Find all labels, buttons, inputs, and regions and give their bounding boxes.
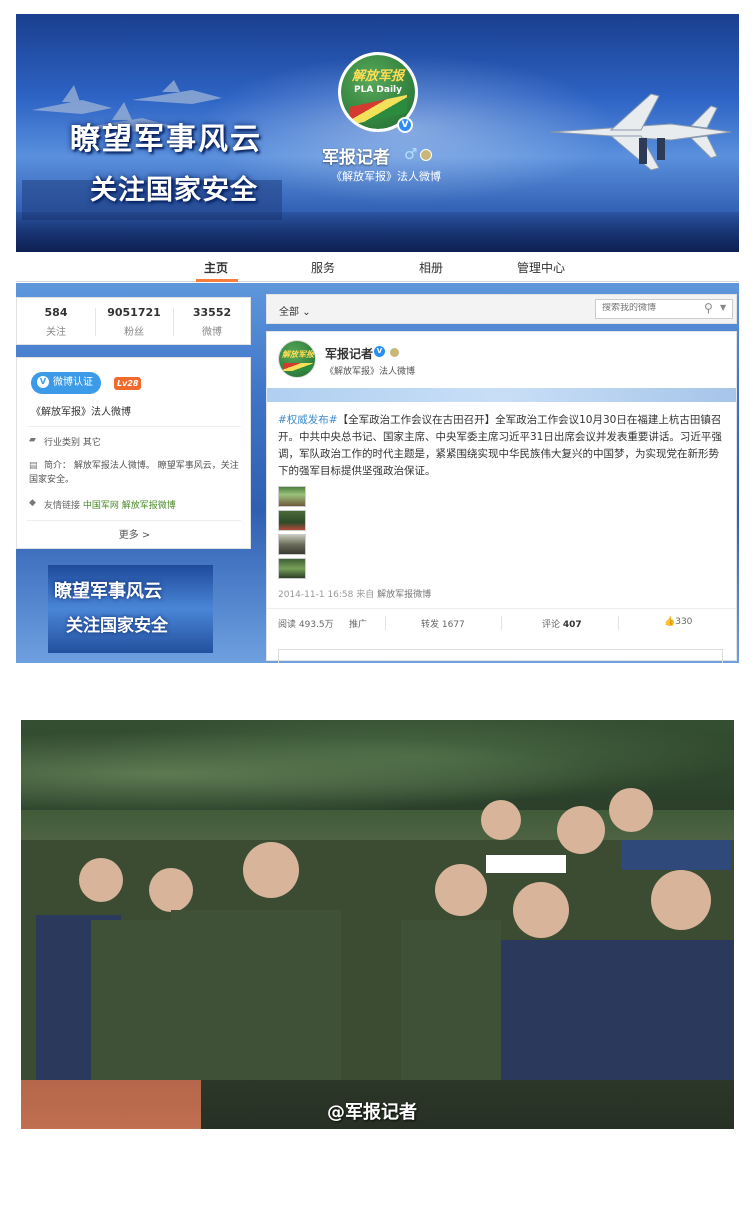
post-source[interactable]: 解放军报微博 — [377, 590, 431, 600]
level-badge[interactable]: Lv28 — [114, 377, 142, 390]
header-decoration — [267, 388, 736, 402]
stat-posts-label: 微博 — [202, 327, 222, 338]
stat-posts[interactable]: 33552 微博 — [173, 306, 251, 338]
profile-name[interactable]: 军报记者 — [322, 143, 390, 168]
intro-row: ▤ 简介： 解放军报法人微博。 瞭望军事风云，关注国家安全。 — [29, 459, 239, 487]
stat-followers-label: 粉丝 — [124, 327, 144, 338]
active-tab-indicator — [196, 279, 238, 282]
weibo-post-card: 解放军报 军报记者 V 《解放军报》法人微博 #权威发布#【全军政治工作会议在古… — [266, 331, 737, 663]
post-author-description: 《解放军报》法人微博 — [325, 367, 416, 377]
male-icon: ♂ — [404, 145, 418, 163]
post-image-thumbnail[interactable] — [278, 486, 306, 507]
stat-followers-value: 9051721 — [107, 306, 161, 319]
like-count: 330 — [675, 617, 693, 627]
tab-manage-center[interactable]: 管理中心 — [517, 259, 565, 276]
industry-text: 行业类别 其它 — [44, 438, 101, 448]
divider — [618, 616, 619, 630]
banner-ground — [16, 212, 739, 252]
news-photo — [21, 720, 734, 1129]
verification-text: 《解放军报》法人微博 — [31, 407, 131, 418]
post-author-name[interactable]: 军报记者 — [325, 345, 373, 362]
links-row: ◆ 友情链接 中国军网 解放军报微博 — [29, 498, 176, 511]
photo-watermark: @军报记者 — [327, 1102, 417, 1123]
sidebar-banner-line1: 瞭望军事风云 — [54, 581, 162, 602]
search-icon[interactable]: ⚲ — [704, 301, 713, 315]
avatar[interactable]: 解放军报 — [278, 340, 316, 378]
post-time[interactable]: 2014-11-1 16:58 — [278, 590, 353, 600]
verified-label: 微博认证 — [53, 377, 93, 388]
profile-tab-bar: 主页 服务 相册 管理中心 — [16, 252, 739, 282]
stat-following[interactable]: 584 关注 — [17, 306, 95, 338]
like-button[interactable]: 👍330 — [664, 617, 692, 627]
weibo-verified-button[interactable]: V 微博认证 — [31, 372, 101, 394]
tab-album[interactable]: 相册 — [419, 259, 443, 276]
tab-service[interactable]: 服务 — [311, 259, 335, 276]
divider — [501, 616, 502, 630]
link-pla-daily-weibo[interactable]: 解放军报微博 — [122, 501, 176, 511]
comment-label: 评论 — [542, 620, 561, 630]
stat-posts-value: 33552 — [192, 306, 232, 319]
industry-row: ▰ 行业类别 其它 — [29, 435, 101, 448]
post-image-thumbnail[interactable] — [278, 558, 306, 579]
post-image-thumbnail[interactable] — [278, 510, 306, 531]
links-label: 友情链接 — [44, 501, 81, 511]
sidebar-banner-image[interactable]: 瞭望军事风云 关注国家安全 — [48, 565, 213, 653]
search-dropdown-icon[interactable]: ▼ — [720, 303, 726, 312]
level-medal-icon[interactable] — [390, 348, 399, 357]
profile-info-card: V 微博认证 Lv28 《解放军报》法人微博 ▰ 行业类别 其它 ▤ 简介： 解放军报… — [16, 357, 251, 549]
weibo-screenshot: 瞭望军事风云 关注国家安全 解放军报 PLA Daily V 军报记者 ♂ 《解… — [0, 0, 755, 1205]
post-text: #权威发布#【全军政治工作会议在古田召开】全军政治工作会议10月30日在福建上杭… — [278, 412, 728, 480]
post-image-thumbnail[interactable] — [278, 534, 306, 555]
stat-following-label: 关注 — [46, 327, 66, 338]
divider — [27, 426, 241, 427]
stats-card: 584 关注 9051721 粉丝 33552 微博 — [16, 297, 251, 345]
profile-description: 《解放军报》法人微博 — [331, 170, 441, 183]
divider — [27, 520, 241, 521]
comment-count: 407 — [562, 620, 582, 630]
tab-home[interactable]: 主页 — [204, 259, 228, 276]
verified-badge-icon: V — [374, 346, 385, 357]
chevron-down-icon: ⌄ — [302, 307, 311, 318]
search-box: ⚲ ▼ — [595, 299, 733, 319]
filter-all-label: 全部 — [279, 307, 299, 318]
briefcase-icon: ▰ — [29, 435, 36, 445]
read-count: 阅读 493.5万 — [278, 620, 334, 630]
fighter-jet-illustration — [550, 93, 732, 171]
banner-slogan-line2: 关注国家安全 — [90, 175, 258, 206]
intro-text: 简介： 解放军报法人微博。 瞭望军事风云，关注国家安全。 — [29, 461, 239, 485]
verified-badge-icon: V — [397, 117, 413, 133]
more-button[interactable]: 更多 > — [17, 526, 252, 541]
post-header: 解放军报 军报记者 V 《解放军报》法人微博 — [267, 332, 736, 388]
filter-all-dropdown[interactable]: 全部 ⌄ — [279, 303, 311, 318]
post-body: 【全军政治工作会议在古田召开】全军政治工作会议10月30日在福建上杭古田镇召开。… — [278, 414, 722, 477]
avatar-stripe — [283, 363, 313, 371]
post-hashtag[interactable]: #权威发布# — [278, 414, 338, 426]
level-medal-icon[interactable] — [420, 149, 432, 161]
stat-following-value: 584 — [44, 306, 68, 319]
stat-followers[interactable]: 9051721 粉丝 — [95, 306, 173, 338]
comment-button[interactable]: 评论 407 — [542, 617, 582, 630]
forward-button[interactable]: 转发 1677 — [421, 617, 465, 630]
post-menu-chevron-icon[interactable]: ⌄ — [713, 410, 722, 423]
banner-slogan-line1: 瞭望军事风云 — [70, 122, 262, 157]
search-input[interactable] — [602, 303, 702, 313]
logo-english-text: PLA Daily — [353, 85, 402, 95]
post-action-bar: 阅读 493.5万 推广 转发 1677 评论 407 👍330 — [267, 608, 736, 636]
divider — [385, 616, 386, 630]
link-china-military-net[interactable]: 中国军网 — [83, 501, 119, 511]
comment-input-box[interactable] — [278, 649, 723, 663]
promote-button[interactable]: 推广 — [349, 617, 367, 630]
avatar-logo-text: 解放军报 — [282, 350, 314, 359]
logo-chinese-text: 解放军报 — [351, 69, 404, 84]
tag-icon: ◆ — [29, 498, 36, 508]
post-meta: 2014-11-1 16:58 来自 解放军报微博 — [278, 587, 431, 600]
document-icon: ▤ — [29, 461, 38, 471]
sidebar-banner-line2: 关注国家安全 — [66, 616, 168, 636]
post-source-prefix: 来自 — [356, 590, 375, 600]
photo-crowd — [21, 788, 734, 1080]
thumbs-up-icon: 👍 — [664, 617, 676, 627]
verified-v-icon: V — [37, 376, 49, 388]
feed-filter-bar: 全部 ⌄ ⚲ ▼ — [266, 294, 737, 324]
